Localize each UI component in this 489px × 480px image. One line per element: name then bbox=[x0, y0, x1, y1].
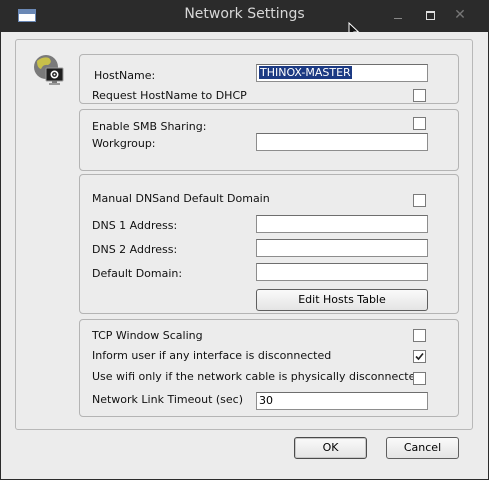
maximize-icon bbox=[425, 11, 435, 20]
ok-button[interactable]: OK bbox=[294, 437, 367, 459]
inform-user-checkbox[interactable] bbox=[413, 350, 426, 363]
link-timeout-label: Network Link Timeout (sec) bbox=[92, 393, 244, 406]
link-timeout-input[interactable]: 30 bbox=[256, 392, 428, 410]
tcp-scaling-label: TCP Window Scaling bbox=[92, 329, 203, 342]
manual-dns-label: Manual DNSand Default Domain bbox=[92, 192, 270, 205]
request-dhcp-checkbox[interactable] bbox=[413, 89, 426, 102]
dns2-label: DNS 2 Address: bbox=[92, 243, 178, 256]
default-domain-label: Default Domain: bbox=[92, 267, 183, 280]
tcp-scaling-checkbox[interactable] bbox=[413, 329, 426, 342]
maximize-button[interactable] bbox=[422, 7, 438, 23]
network-settings-icon bbox=[34, 55, 64, 85]
minimize-button[interactable] bbox=[390, 7, 406, 23]
request-dhcp-label: Request HostName to DHCP bbox=[92, 89, 247, 102]
hostname-value: THINOX-MASTER bbox=[259, 66, 352, 79]
window-title: Network Settings bbox=[184, 6, 305, 22]
wifi-only-checkbox[interactable] bbox=[413, 372, 426, 385]
workgroup-input[interactable] bbox=[256, 133, 428, 151]
wifi-only-label: Use wifi only if the network cable is ph… bbox=[92, 370, 423, 383]
dns2-input[interactable] bbox=[256, 239, 428, 257]
default-domain-input[interactable] bbox=[256, 263, 428, 281]
dns1-label: DNS 1 Address: bbox=[92, 219, 178, 232]
minimize-icon bbox=[394, 18, 402, 19]
enable-smb-label: Enable SMB Sharing: bbox=[92, 120, 207, 133]
dialog-body: HostName: THINOX-MASTER Request HostName… bbox=[1, 32, 488, 479]
close-button[interactable]: ✕ bbox=[452, 7, 468, 23]
hostname-label: HostName: bbox=[94, 69, 156, 82]
checkmark-icon bbox=[415, 352, 424, 361]
hostname-group: HostName: THINOX-MASTER Request HostName… bbox=[79, 54, 459, 104]
dns1-input[interactable] bbox=[256, 215, 428, 233]
inform-user-label: Inform user if any interface is disconne… bbox=[92, 349, 332, 362]
cancel-button[interactable]: Cancel bbox=[386, 437, 459, 459]
manual-dns-checkbox[interactable] bbox=[413, 194, 426, 207]
dns-group: Manual DNSand Default Domain DNS 1 Addre… bbox=[79, 174, 459, 314]
close-icon: ✕ bbox=[454, 7, 466, 23]
edit-hosts-table-button[interactable]: Edit Hosts Table bbox=[256, 289, 428, 311]
workgroup-label: Workgroup: bbox=[92, 137, 156, 150]
tcp-group: TCP Window Scaling Inform user if any in… bbox=[79, 319, 459, 417]
enable-smb-checkbox[interactable] bbox=[413, 117, 426, 130]
smb-group: Enable SMB Sharing: Workgroup: bbox=[79, 109, 459, 171]
title-bar[interactable]: Network Settings ✕ bbox=[0, 0, 489, 40]
hostname-input[interactable]: THINOX-MASTER bbox=[256, 64, 428, 82]
